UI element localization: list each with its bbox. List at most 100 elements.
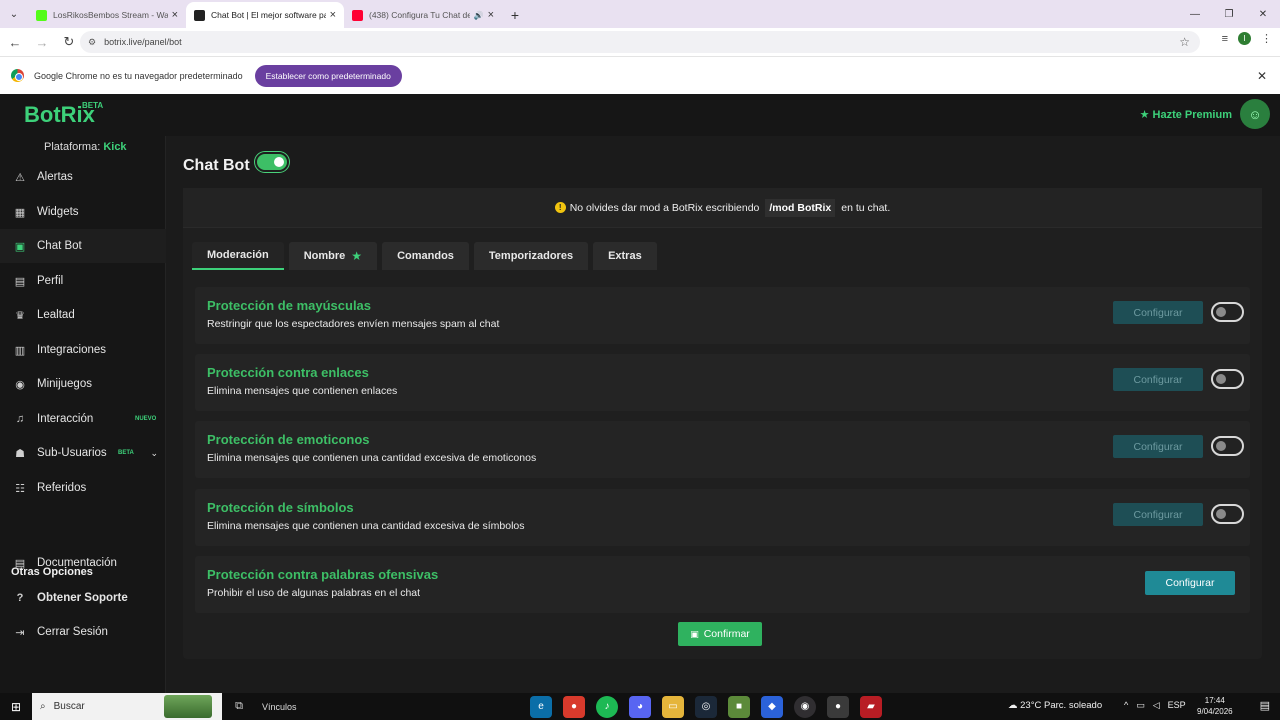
- sidebar-item-alertas[interactable]: ⚠ Alertas: [0, 160, 166, 194]
- close-tab-icon[interactable]: ×: [330, 9, 336, 21]
- new-tab-button[interactable]: +: [502, 2, 528, 28]
- spotify-icon[interactable]: ♪: [596, 695, 618, 718]
- obs-icon[interactable]: ◉: [794, 695, 816, 718]
- close-tab-icon[interactable]: ×: [172, 9, 178, 21]
- chrome-app-icon[interactable]: ●: [563, 695, 585, 718]
- rule-toggle[interactable]: [1211, 436, 1244, 456]
- search-placeholder: Buscar: [53, 701, 85, 712]
- configure-button[interactable]: Configurar: [1145, 571, 1235, 595]
- browser-tab-botrix[interactable]: Chat Bot | El mejor software par ×: [186, 2, 344, 28]
- confirm-button[interactable]: ▣ Confirmar: [678, 622, 762, 646]
- notice-text-end: en tu chat.: [841, 201, 891, 214]
- sidebar-item-lealtad[interactable]: ♛ Lealtad: [0, 298, 166, 332]
- language-indicator[interactable]: ESP: [1168, 700, 1186, 711]
- configure-button[interactable]: Configurar: [1113, 503, 1203, 526]
- task-view-icon[interactable]: ⧉: [222, 693, 256, 720]
- user-avatar[interactable]: ☺: [1240, 99, 1270, 129]
- extensions-icon[interactable]: ≡: [1222, 33, 1228, 45]
- notifications-icon[interactable]: ▤: [1260, 699, 1270, 712]
- edge-icon[interactable]: e: [530, 695, 552, 718]
- rule-toggle[interactable]: [1211, 504, 1244, 524]
- clock[interactable]: 17:44 9/04/2026: [1197, 695, 1233, 717]
- rule-toggle[interactable]: [1211, 369, 1244, 389]
- omnibox[interactable]: ⚙ botrix.live/panel/bot ☆: [80, 31, 1200, 53]
- new-badge: NUEVO: [135, 416, 157, 422]
- red-app-icon[interactable]: ▰: [860, 695, 882, 718]
- menu-icon[interactable]: ⋮: [1261, 32, 1272, 45]
- configure-button[interactable]: Configurar: [1113, 435, 1203, 458]
- chevron-down-icon[interactable]: ⌄: [150, 448, 158, 459]
- sidebar-item-perfil[interactable]: ▤ Perfil: [0, 264, 166, 298]
- sidebar-item-cerrar-sesion[interactable]: ⇥ Cerrar Sesión: [0, 615, 166, 649]
- gamepad-icon: ◉: [15, 378, 25, 391]
- taskbar-search[interactable]: ⌕ Buscar: [32, 693, 222, 720]
- rule-title: Protección contra enlaces: [207, 365, 369, 380]
- rule-toggle[interactable]: [1211, 302, 1244, 322]
- close-infobar-icon[interactable]: ✕: [1257, 69, 1267, 83]
- sidebar-item-integraciones[interactable]: ▥ Integraciones: [0, 333, 166, 367]
- chevron-up-icon[interactable]: ^: [1124, 700, 1128, 711]
- weather-widget[interactable]: ☁ 23°C Parc. soleado: [1008, 700, 1102, 711]
- windows-taskbar: ⊞ ⌕ Buscar ⧉ Vínculos e ● ♪ ◕ ▭ ◎ ■ ◆ ◉ …: [0, 693, 1280, 720]
- users-icon: ☗: [15, 447, 25, 460]
- bookmark-star-icon[interactable]: ☆: [1179, 35, 1190, 49]
- premium-link[interactable]: ★ Hazte Premium: [1140, 108, 1232, 121]
- address-bar: ← → ↻ ⚙ botrix.live/panel/bot ☆ ≡ I ⋮: [0, 28, 1280, 56]
- rule-emotes-protection: Protección de emoticonos Elimina mensaje…: [195, 421, 1250, 478]
- sidebar-item-documentacion[interactable]: ▤ Documentación: [0, 546, 166, 580]
- set-default-button[interactable]: Establecer como predeterminado: [254, 64, 402, 87]
- links-toolbar[interactable]: Vínculos: [262, 702, 297, 712]
- tab-moderacion[interactable]: Moderación: [192, 242, 284, 270]
- sidebar-item-chat-bot[interactable]: ▣ Chat Bot: [0, 229, 166, 263]
- chat-bot-toggle[interactable]: [255, 152, 289, 172]
- sidebar-item-sub-usuarios[interactable]: ☗ Sub-Usuarios BETA ⌄: [0, 436, 166, 470]
- rule-description: Elimina mensajes que contienen enlaces: [207, 385, 398, 397]
- forward-icon[interactable]: →: [30, 30, 54, 54]
- botrix-logo[interactable]: BotRix BETA: [24, 101, 103, 128]
- toolbar-right: ≡ I ⋮: [1222, 32, 1272, 45]
- tab-search-icon[interactable]: ⌄: [0, 0, 28, 28]
- app-topbar: BotRix BETA ★ Hazte Premium ☺: [0, 94, 1280, 136]
- widgets-icon: ▦: [14, 206, 26, 219]
- reload-icon[interactable]: ↻: [57, 30, 81, 54]
- chrome-window-icon[interactable]: ●: [827, 695, 849, 718]
- beta-badge: BETA: [118, 450, 134, 456]
- sidebar-item-referidos[interactable]: ☷ Referidos: [0, 471, 166, 505]
- browser-tab-kick[interactable]: LosRikosBembos Stream - Wat ×: [28, 2, 186, 28]
- premium-label: Hazte Premium: [1152, 109, 1232, 121]
- tab-comandos[interactable]: Comandos: [382, 242, 469, 270]
- tab-nombre[interactable]: Nombre ★: [288, 242, 378, 270]
- restore-icon[interactable]: ❐: [1212, 0, 1246, 28]
- configure-button[interactable]: Configurar: [1113, 301, 1203, 324]
- steam-icon[interactable]: ◎: [695, 695, 717, 718]
- site-info-icon[interactable]: ⚙: [88, 37, 96, 48]
- tab-temporizadores[interactable]: Temporizadores: [473, 242, 589, 270]
- close-window-icon[interactable]: ✕: [1246, 0, 1280, 28]
- sidebar-item-soporte[interactable]: ? Obtener Soporte: [0, 581, 166, 615]
- network-icon[interactable]: ▭: [1136, 700, 1145, 711]
- logo-beta-badge: BETA: [82, 101, 104, 110]
- back-icon[interactable]: ←: [3, 30, 27, 54]
- sidebar-item-widgets[interactable]: ▦ Widgets: [0, 195, 166, 229]
- discord-icon[interactable]: ◕: [629, 695, 651, 718]
- minecraft-icon[interactable]: ■: [728, 695, 750, 718]
- url-text[interactable]: botrix.live/panel/bot: [104, 37, 182, 47]
- platform-value: Kick: [103, 141, 127, 153]
- close-tab-icon[interactable]: ×: [488, 9, 494, 21]
- audio-playing-icon[interactable]: 🔊: [474, 11, 484, 20]
- volume-icon[interactable]: ◁: [1153, 700, 1160, 711]
- logout-icon: ⇥: [15, 626, 25, 639]
- profile-avatar[interactable]: I: [1238, 32, 1251, 45]
- configure-button[interactable]: Configurar: [1113, 368, 1203, 391]
- file-explorer-icon[interactable]: ▭: [662, 695, 684, 718]
- sidebar-item-interaccion[interactable]: ♫ Interacción NUEVO: [0, 402, 166, 436]
- tab-extras[interactable]: Extras: [593, 242, 657, 270]
- minimize-icon[interactable]: —: [1178, 0, 1212, 28]
- botrix-app: BotRix BETA ★ Hazte Premium ☺ Plataforma…: [0, 94, 1280, 693]
- chat-bot-panel: ! No olvides dar mod a BotRix escribiend…: [183, 188, 1262, 659]
- browser-tab-youtube[interactable]: (438) Configura Tu Chat de 🔊 ×: [344, 2, 502, 28]
- browser-tabstrip: ⌄ LosRikosBembos Stream - Wat × Chat Bot…: [0, 0, 1280, 28]
- sidebar-item-minijuegos[interactable]: ◉ Minijuegos: [0, 367, 166, 401]
- windows-start-icon[interactable]: ⊞: [0, 693, 32, 720]
- app-launcher-icon[interactable]: ◆: [761, 695, 783, 718]
